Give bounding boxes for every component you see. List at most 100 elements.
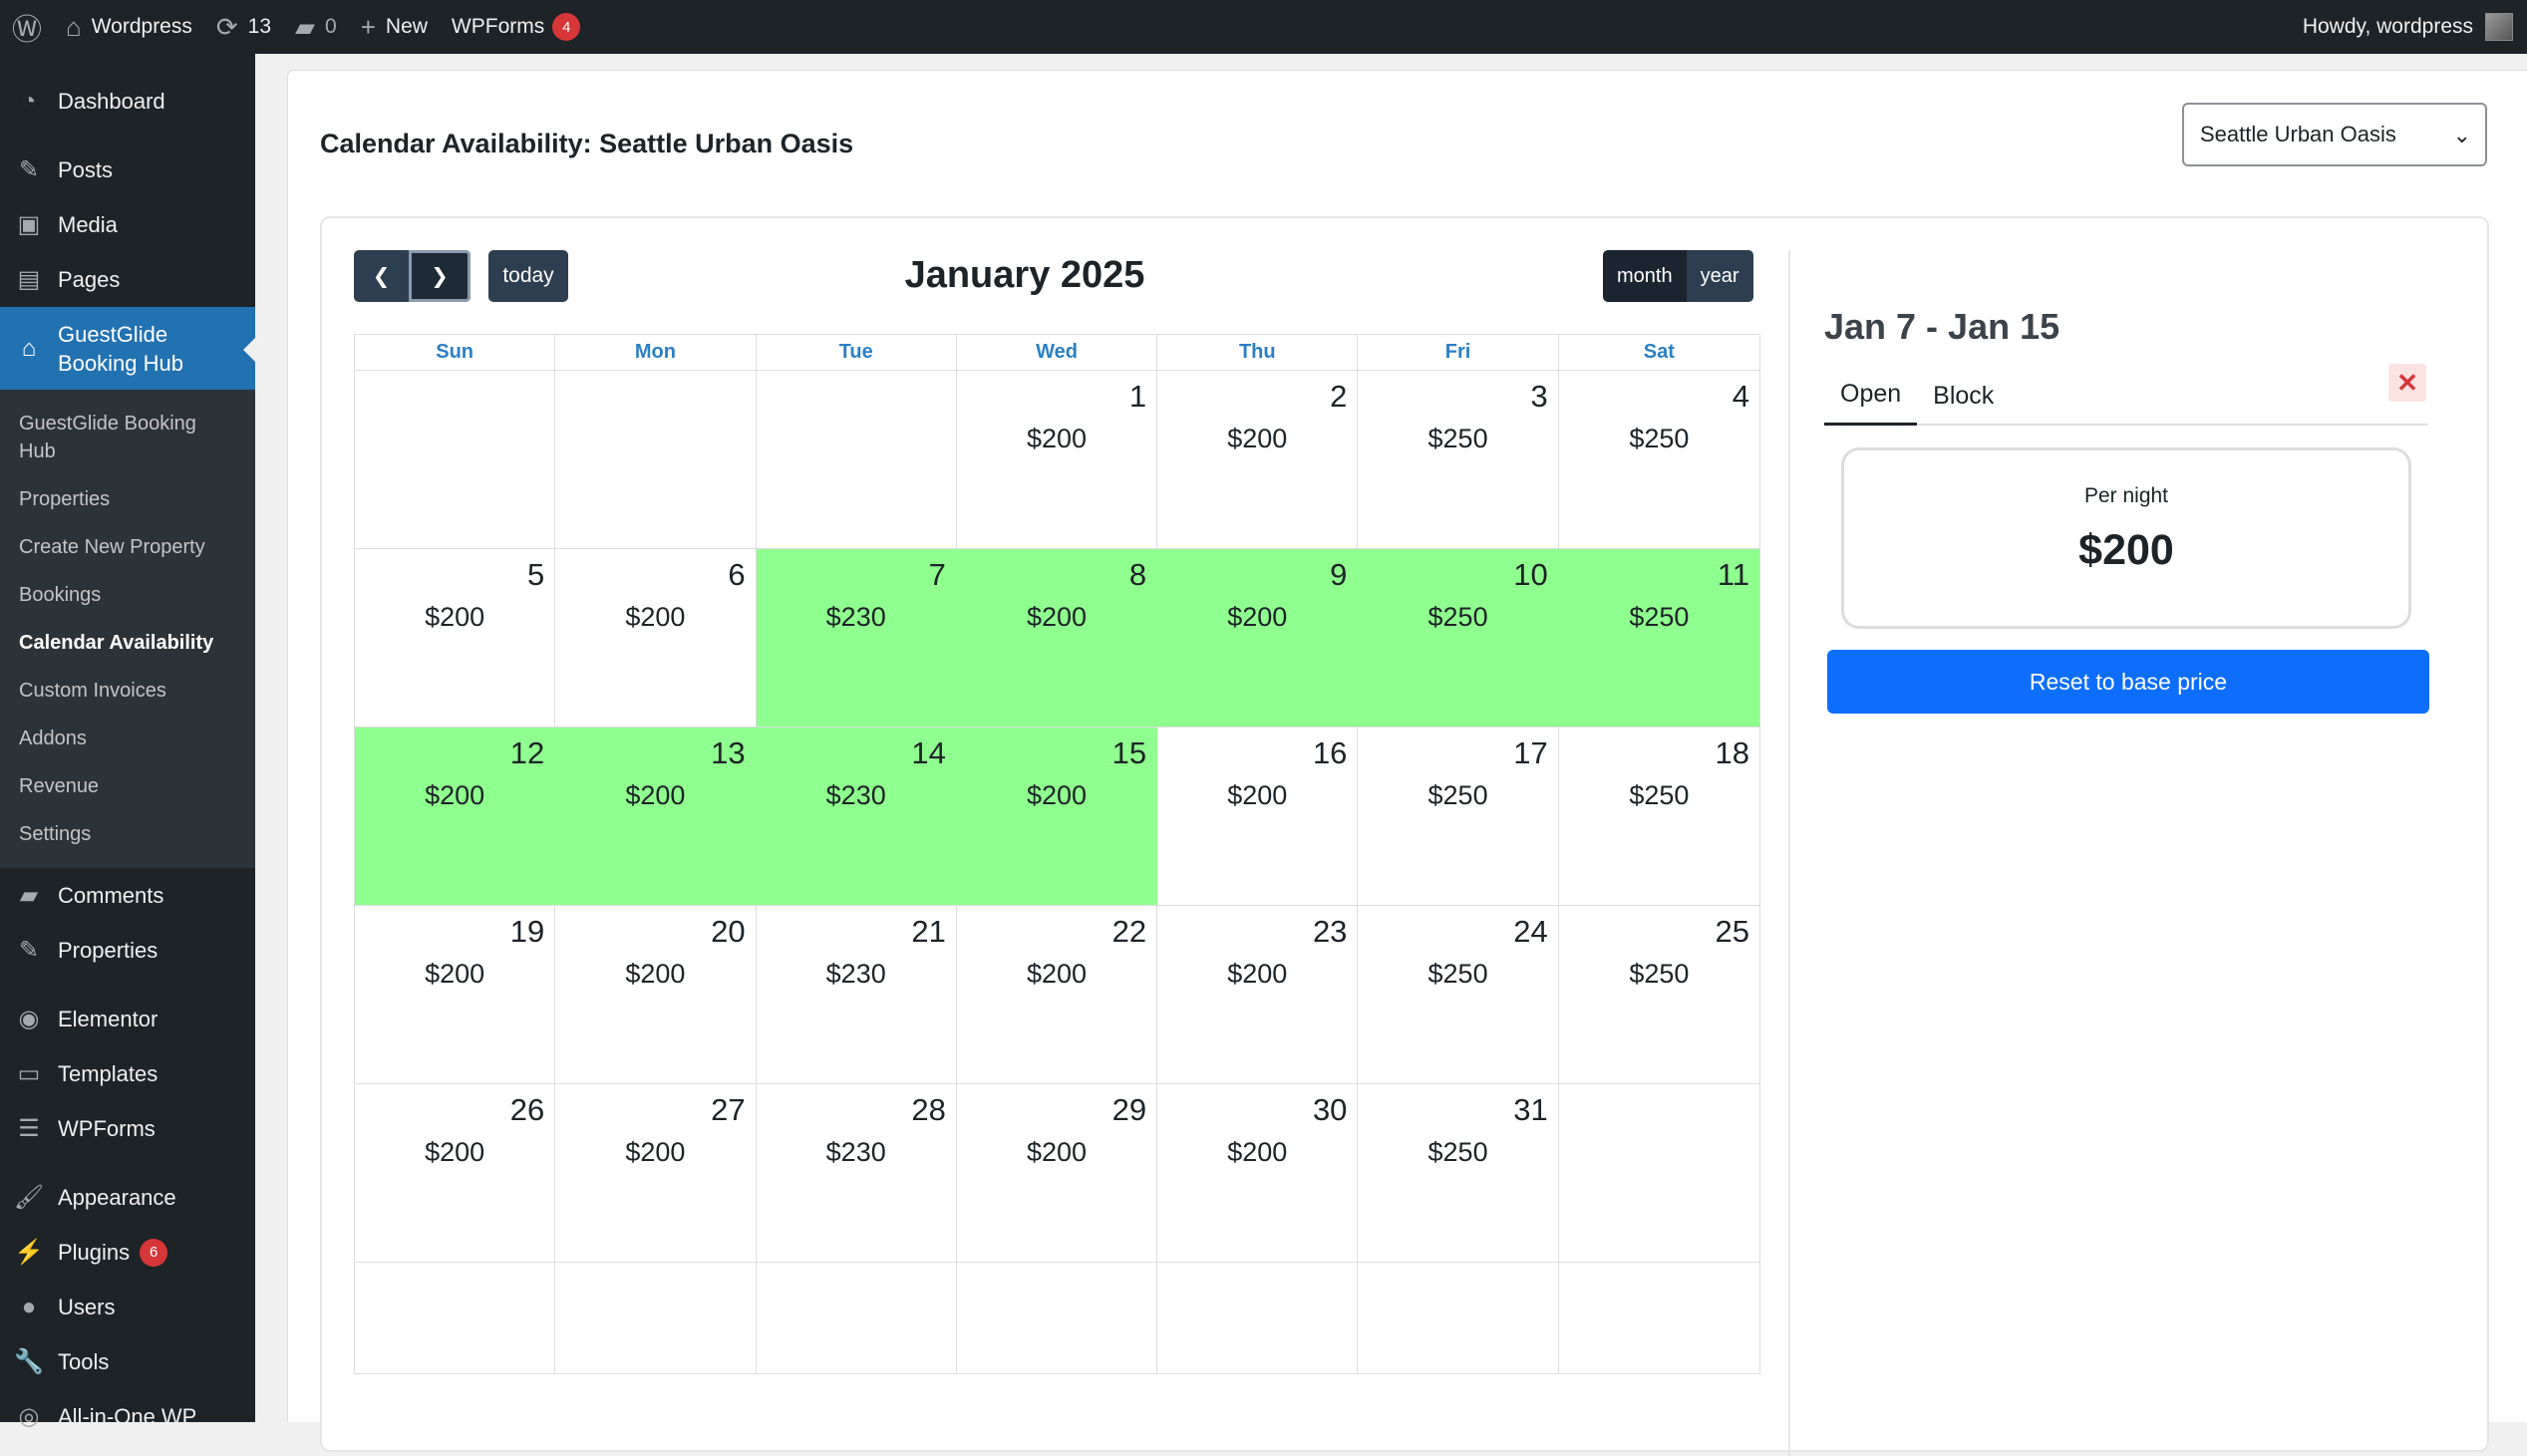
day-cell[interactable]: 6 $200 (555, 549, 757, 727)
day-cell[interactable]: 20 $200 (555, 906, 757, 1083)
view-month-button[interactable]: month (1603, 250, 1687, 302)
updates-menu[interactable]: ⟳ 13 (204, 0, 283, 54)
day-cell[interactable]: 31 $250 (1358, 1084, 1559, 1262)
day-cell[interactable]: 5 $200 (355, 549, 556, 727)
submenu-bookings[interactable]: Bookings (0, 571, 255, 619)
submenu-create-property[interactable]: Create New Property (0, 523, 255, 571)
day-cell[interactable]: 21 $230 (757, 906, 957, 1083)
menu-wpforms[interactable]: ☰ WPForms (0, 1101, 255, 1156)
view-year-button[interactable]: year (1686, 250, 1753, 302)
day-cell[interactable]: 16 $200 (1157, 728, 1359, 905)
property-select[interactable]: Seattle Urban Oasis ⌄ (2182, 103, 2487, 166)
new-content-menu[interactable]: + New (349, 0, 440, 54)
menu-properties[interactable]: ✎ Properties (0, 923, 255, 978)
my-account-menu[interactable]: Howdy, wordpress (2303, 13, 2527, 41)
day-cell[interactable] (957, 1263, 1158, 1373)
day-cell[interactable]: 24 $250 (1358, 906, 1559, 1083)
day-cell[interactable]: 8 $200 (956, 549, 1158, 727)
site-name: Wordpress (91, 15, 192, 38)
day-number: 22 (1111, 914, 1147, 949)
day-cell[interactable]: 10 $250 (1358, 549, 1559, 727)
day-number: 19 (509, 914, 545, 949)
admin-bar: Ⓦ ⌂ Wordpress ⟳ 13 ▰ 0 + New WPForms 4 H… (0, 0, 2527, 54)
day-cell[interactable]: 15 $200 (956, 728, 1158, 905)
day-cell[interactable] (1559, 1263, 1759, 1373)
menu-dashboard[interactable]: ◔ Dashboard (0, 74, 255, 129)
day-cell[interactable] (757, 371, 957, 548)
day-cell[interactable]: 4 $250 (1559, 371, 1759, 548)
day-cell[interactable]: 25 $250 (1559, 906, 1759, 1083)
day-cell[interactable]: 11 $250 (1558, 549, 1759, 727)
tab-open[interactable]: Open (1824, 366, 1918, 426)
close-icon[interactable]: ✕ (2388, 364, 2426, 402)
day-cell[interactable] (355, 1263, 556, 1373)
day-price: $250 (1629, 959, 1690, 989)
day-cell[interactable] (1559, 1084, 1759, 1262)
day-cell[interactable]: 29 $200 (957, 1084, 1158, 1262)
day-number: 17 (1513, 735, 1548, 770)
day-cell[interactable]: 3 $250 (1358, 371, 1559, 548)
day-cell[interactable] (555, 1263, 757, 1373)
day-cell[interactable]: 28 $230 (757, 1084, 957, 1262)
property-select-value: Seattle Urban Oasis (2200, 122, 2396, 146)
submenu-calendar-availability[interactable]: Calendar Availability (0, 619, 255, 667)
pages-icon: ▤ (17, 266, 41, 293)
site-name-menu[interactable]: ⌂ Wordpress (54, 0, 204, 54)
submenu-properties[interactable]: Properties (0, 475, 255, 523)
menu-all-in-one[interactable]: ◎ All-in-One WP (0, 1389, 255, 1444)
menu-pages[interactable]: ▤ Pages (0, 252, 255, 307)
wordpress-logo-menu[interactable]: Ⓦ (0, 0, 54, 54)
submenu-settings[interactable]: Settings (0, 810, 255, 858)
menu-posts-label: Posts (58, 156, 114, 182)
day-cell[interactable]: 27 $200 (555, 1084, 757, 1262)
day-cell[interactable]: 23 $200 (1157, 906, 1359, 1083)
day-cell[interactable] (355, 371, 556, 548)
reset-price-button[interactable]: Reset to base price (1827, 650, 2429, 714)
menu-posts[interactable]: ✎ Posts (0, 143, 255, 197)
guestglide-submenu: GuestGlide Booking Hub Properties Create… (0, 390, 255, 868)
menu-users[interactable]: ● Users (0, 1280, 255, 1334)
day-cell[interactable]: 13 $200 (555, 728, 757, 905)
wpforms-menu[interactable]: WPForms 4 (440, 0, 592, 54)
day-cell[interactable]: 12 $200 (355, 728, 556, 905)
menu-elementor[interactable]: ◉ Elementor (0, 992, 255, 1046)
submenu-addons[interactable]: Addons (0, 715, 255, 762)
comment-icon: ▰ (19, 882, 39, 909)
folder-icon: ▭ (17, 1060, 41, 1087)
menu-plugins[interactable]: ⚡ Plugins 6 (0, 1225, 255, 1280)
menu-appearance[interactable]: 🖌 Appearance (0, 1170, 255, 1225)
day-cell[interactable]: 9 $200 (1157, 549, 1359, 727)
menu-comments-label: Comments (58, 882, 164, 908)
submenu-booking-hub[interactable]: GuestGlide Booking Hub (0, 400, 255, 475)
day-cell[interactable]: 19 $200 (355, 906, 556, 1083)
day-cell[interactable]: 7 $230 (756, 549, 957, 727)
day-cell[interactable]: 14 $230 (756, 728, 957, 905)
day-price: $250 (1427, 424, 1488, 453)
menu-templates[interactable]: ▭ Templates (0, 1046, 255, 1101)
menu-guestglide[interactable]: ⌂ GuestGlide Booking Hub (0, 307, 255, 390)
day-cell[interactable] (555, 371, 757, 548)
day-cell[interactable]: 17 $250 (1358, 728, 1559, 905)
day-cell[interactable]: 26 $200 (355, 1084, 556, 1262)
day-cell[interactable] (757, 1263, 957, 1373)
menu-media-label: Media (58, 211, 118, 237)
day-cell[interactable] (1358, 1263, 1559, 1373)
day-cell[interactable]: 30 $200 (1157, 1084, 1359, 1262)
day-cell[interactable]: 2 $200 (1157, 371, 1359, 548)
week-row: 5 $200 6 $200 7 $230 8 $200 9 $200 10 $250 11 $250 (355, 549, 1759, 728)
day-number: 26 (509, 1092, 545, 1127)
comments-menu[interactable]: ▰ 0 (283, 0, 349, 54)
menu-tools[interactable]: 🔧 Tools (0, 1334, 255, 1389)
day-cell[interactable]: 1 $200 (957, 371, 1158, 548)
submenu-custom-invoices[interactable]: Custom Invoices (0, 667, 255, 715)
tab-block[interactable]: Block (1917, 366, 2010, 426)
submenu-revenue[interactable]: Revenue (0, 762, 255, 810)
day-cell[interactable]: 22 $200 (957, 906, 1158, 1083)
menu-media[interactable]: ▣ Media (0, 197, 255, 252)
menu-appearance-label: Appearance (58, 1184, 176, 1210)
day-cell[interactable] (1157, 1263, 1359, 1373)
day-cell[interactable]: 18 $250 (1559, 728, 1759, 905)
home-icon: ⌂ (66, 12, 82, 42)
menu-comments[interactable]: ▰ Comments (0, 868, 255, 923)
per-night-price-box[interactable]: Per night $200 (1841, 447, 2411, 629)
